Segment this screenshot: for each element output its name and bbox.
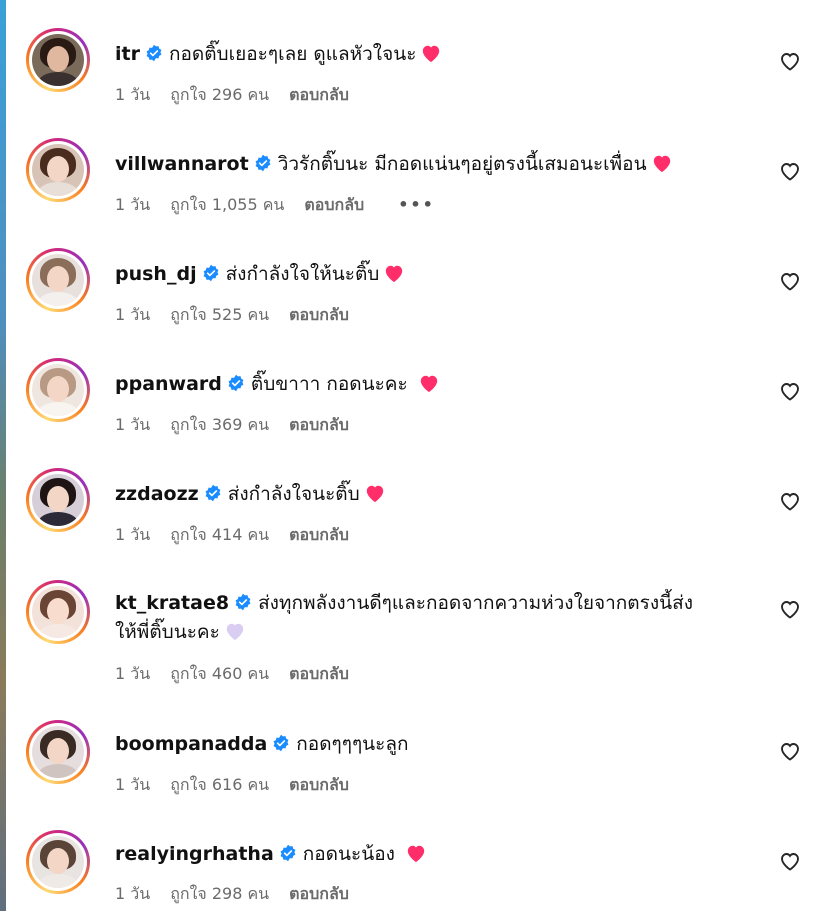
reply-button[interactable]: ตอบกลับ (304, 195, 364, 214)
comment-username[interactable]: ppanward (115, 373, 222, 395)
comment-likes[interactable]: ถูกใจ 460 คน (170, 664, 269, 683)
heart-outline-icon[interactable] (778, 380, 802, 402)
avatar[interactable] (26, 830, 90, 894)
comment-time[interactable]: 1 วัน (115, 525, 150, 544)
verified-badge-icon (235, 593, 251, 611)
avatar[interactable] (26, 28, 90, 92)
heart-outline-icon[interactable] (778, 270, 802, 292)
red-heart-emoji-icon (653, 155, 670, 173)
comment-time[interactable]: 1 วัน (115, 664, 150, 683)
heart-outline-icon[interactable] (778, 740, 802, 762)
comment-text: ติ๊บขาาา กอดนะคะ (250, 373, 408, 395)
comment-text: ส่งกำลังใจนะติ๊บ (227, 483, 360, 505)
avatar[interactable] (26, 720, 90, 784)
comment-time[interactable]: 1 วัน (115, 305, 150, 324)
verified-badge-icon (203, 264, 219, 282)
verified-badge-icon (255, 154, 271, 172)
red-heart-emoji-icon (386, 265, 403, 283)
red-heart-emoji-icon (420, 375, 437, 393)
comment-text-continued: ให้พี่ติ๊บนะคะ (115, 621, 220, 643)
lavender-heart-emoji-icon (226, 623, 244, 641)
verified-badge-icon (280, 844, 296, 862)
heart-outline-icon[interactable] (778, 490, 802, 512)
avatar[interactable] (26, 138, 90, 202)
comment-time[interactable]: 1 วัน (115, 195, 150, 214)
comment-username[interactable]: zzdaozz (115, 483, 199, 505)
red-heart-emoji-icon (407, 845, 425, 863)
comment-username[interactable]: villwannarot (115, 153, 249, 175)
avatar[interactable] (26, 358, 90, 422)
background-edge-strip (0, 0, 6, 911)
avatar[interactable] (26, 468, 90, 532)
comment-username[interactable]: itr (115, 43, 140, 65)
avatar[interactable] (26, 580, 90, 644)
comment-likes[interactable]: ถูกใจ 369 คน (170, 415, 269, 434)
more-options-button[interactable]: ••• (398, 195, 435, 214)
heart-outline-icon[interactable] (778, 50, 802, 72)
comment-likes[interactable]: ถูกใจ 296 คน (170, 85, 269, 104)
comment-likes[interactable]: ถูกใจ 298 คน (170, 884, 269, 903)
reply-button[interactable]: ตอบกลับ (289, 305, 349, 324)
verified-badge-icon (228, 374, 244, 392)
reply-button[interactable]: ตอบกลับ (289, 664, 349, 683)
comment-username[interactable]: push_dj (115, 263, 197, 285)
comment-username[interactable]: realyingrhatha (115, 843, 274, 865)
comment-username[interactable]: boompanadda (115, 733, 267, 755)
verified-badge-icon (146, 44, 162, 62)
comment-text: กอดติ๊บเยอะๆเลย ดูแลหัวใจนะ (168, 43, 417, 65)
reply-button[interactable]: ตอบกลับ (289, 775, 349, 794)
red-heart-emoji-icon (366, 485, 383, 503)
comment-text: ส่งทุกพลังงานดีๆและกอดจากความห่วงใยจากตร… (258, 592, 693, 614)
comment-time[interactable]: 1 วัน (115, 415, 150, 434)
comment-time[interactable]: 1 วัน (115, 775, 150, 794)
comment-text: วิวรักติ๊บนะ มีกอดแน่นๆอยู่ตรงนี้เสมอนะเ… (277, 153, 647, 175)
avatar[interactable] (26, 248, 90, 312)
reply-button[interactable]: ตอบกลับ (289, 525, 349, 544)
comment-likes[interactable]: ถูกใจ 1,055 คน (170, 195, 284, 214)
comment-time[interactable]: 1 วัน (115, 85, 150, 104)
comment-likes[interactable]: ถูกใจ 414 คน (170, 525, 269, 544)
reply-button[interactable]: ตอบกลับ (289, 884, 349, 903)
heart-outline-icon[interactable] (778, 160, 802, 182)
reply-button[interactable]: ตอบกลับ (289, 85, 349, 104)
comment-text: กอดๆๆๆนะลูก (296, 733, 409, 755)
heart-outline-icon[interactable] (778, 598, 802, 620)
comment-username[interactable]: kt_kratae8 (115, 592, 229, 614)
reply-button[interactable]: ตอบกลับ (289, 415, 349, 434)
comment-text: ส่งกำลังใจให้นะติ๊บ (225, 263, 380, 285)
verified-badge-icon (205, 484, 221, 502)
comment-likes[interactable]: ถูกใจ 616 คน (170, 775, 269, 794)
comment-text: กอดนะน้อง (302, 843, 395, 865)
comment-time[interactable]: 1 วัน (115, 884, 150, 903)
comment-likes[interactable]: ถูกใจ 525 คน (170, 305, 269, 324)
red-heart-emoji-icon (423, 45, 440, 63)
verified-badge-icon (273, 734, 289, 752)
heart-outline-icon[interactable] (778, 850, 802, 872)
